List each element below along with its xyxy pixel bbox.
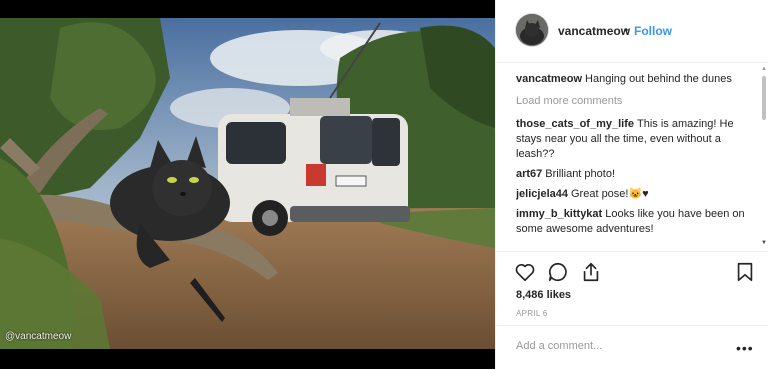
more-options-icon[interactable]: •••	[736, 340, 754, 356]
likes-count[interactable]: 8,486 likes	[516, 289, 571, 301]
comments-list: vancatmeow Hanging out behind the dunes L…	[516, 72, 759, 248]
share-icon[interactable]	[580, 261, 602, 283]
action-bar	[496, 251, 768, 288]
list-item: art67 Brilliant photo!	[516, 167, 759, 182]
list-item: immy_b_kittykat Looks like you have been …	[516, 207, 759, 237]
comment-username[interactable]: art67	[516, 168, 542, 180]
scroll-thumb[interactable]	[762, 76, 766, 120]
post-photo-panel: @vancatmeow	[0, 0, 495, 369]
post-author-username[interactable]: vancatmeow	[558, 24, 630, 38]
follow-button[interactable]: Follow	[634, 24, 672, 38]
comment-text: Great pose!😺♥	[571, 188, 649, 200]
photo-watermark: @vancatmeow	[5, 331, 72, 342]
heart-icon[interactable]	[514, 261, 536, 283]
load-more-comments-button[interactable]: Load more comments	[516, 94, 759, 109]
comment-username[interactable]: those_cats_of_my_life	[516, 118, 634, 130]
comment-username[interactable]: jelicjela44	[516, 188, 568, 200]
comment-text: Brilliant photo!	[545, 168, 616, 180]
scroll-up-arrow-icon[interactable]: ▲	[761, 66, 767, 72]
post-image[interactable]	[0, 18, 495, 349]
list-item: those_cats_of_my_life This is amazing! He…	[516, 117, 759, 162]
list-item: jelicjela44 Great pose!😺♥	[516, 187, 759, 202]
comments-scrollbar[interactable]: ▲ ▼	[761, 66, 767, 250]
separator-dot: •	[624, 23, 629, 37]
bookmark-icon[interactable]	[734, 261, 756, 283]
caption: vancatmeow Hanging out behind the dunes	[516, 72, 759, 87]
comment-icon[interactable]	[547, 261, 569, 283]
add-comment-input[interactable]	[516, 340, 716, 352]
post-side-panel: vancatmeow • Follow vancatmeow Hanging ou…	[495, 0, 768, 369]
caption-text: Hanging out behind the dunes	[585, 73, 732, 85]
scroll-down-arrow-icon[interactable]: ▼	[761, 240, 767, 246]
comment-username[interactable]: immy_b_kittykat	[516, 208, 602, 220]
post-date[interactable]: APRIL 6	[516, 309, 548, 318]
avatar[interactable]	[516, 14, 548, 46]
add-comment-bar: •••	[496, 325, 768, 370]
post-header: vancatmeow • Follow	[496, 0, 768, 63]
caption-username[interactable]: vancatmeow	[516, 73, 582, 85]
